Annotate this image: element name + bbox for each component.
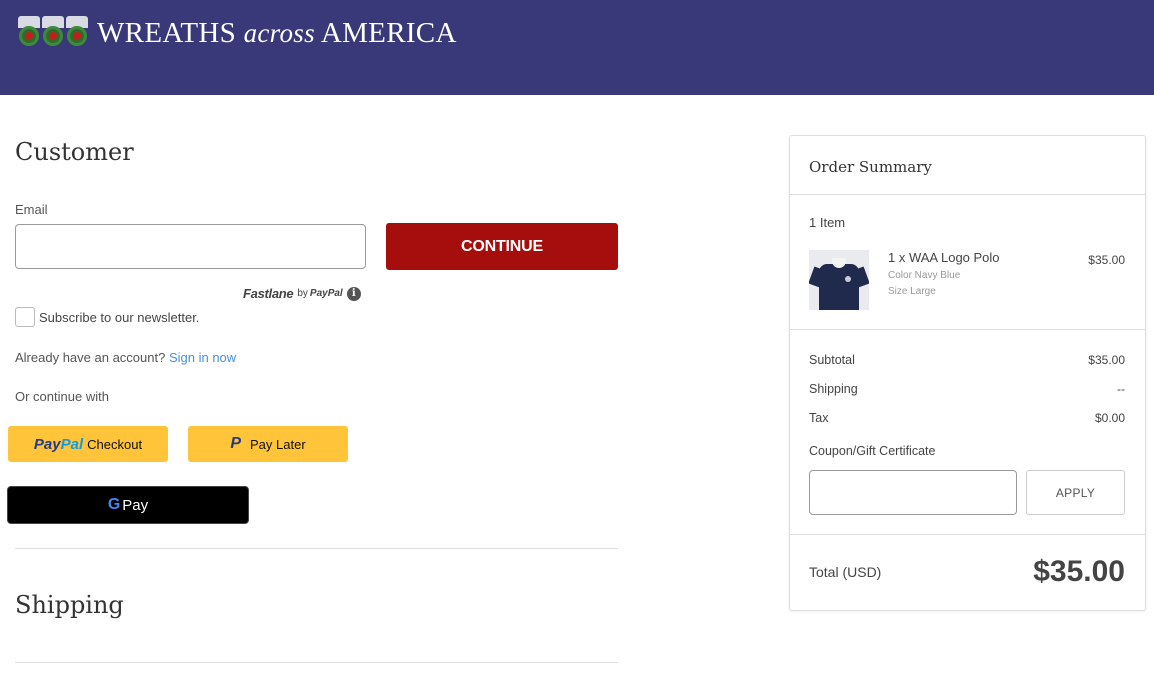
fastlane-brand: Fastlane <box>243 286 294 301</box>
section-divider <box>15 548 618 549</box>
product-color: Color Navy Blue <box>888 270 961 281</box>
email-label: Email <box>15 202 48 217</box>
item-count: 1 Item <box>809 215 846 230</box>
coupon-label: Coupon/Gift Certificate <box>809 444 936 458</box>
subtotal-label: Subtotal <box>809 353 855 367</box>
or-continue-text: Or continue with <box>15 389 109 404</box>
product-size: Size Large <box>888 286 936 297</box>
section-divider <box>15 662 618 663</box>
order-summary-title: Order Summary <box>809 158 932 176</box>
product-image <box>809 250 869 310</box>
info-icon[interactable]: i <box>346 286 361 301</box>
newsletter-checkbox[interactable] <box>15 307 35 327</box>
order-summary: Order Summary 1 Item 1 x WAA Logo Polo C… <box>789 135 1146 611</box>
wreath-icon <box>42 16 64 50</box>
newsletter-label[interactable]: Subscribe to our newsletter. <box>39 310 199 325</box>
site-logo[interactable]: WREATHS across AMERICA <box>18 16 457 50</box>
wreath-logo-icon <box>18 16 88 50</box>
account-prompt: Already have an account? Sign in now <box>15 350 236 365</box>
subtotal-value: $35.00 <box>1088 353 1125 367</box>
product-price: $35.00 <box>1088 253 1125 267</box>
summary-divider <box>790 534 1145 535</box>
shipping-value: -- <box>1117 382 1125 396</box>
total-label: Total (USD) <box>809 564 882 580</box>
email-input[interactable] <box>15 224 366 269</box>
logo-suffix: AMERICA <box>314 16 457 49</box>
tax-value: $0.00 <box>1094 411 1125 425</box>
paypal-icon: P <box>230 435 241 452</box>
wreath-icon <box>18 16 40 50</box>
wreath-icon <box>66 16 88 50</box>
continue-button[interactable]: CONTINUE <box>386 223 618 270</box>
fastlane-by: by <box>297 288 308 299</box>
summary-divider <box>790 329 1145 330</box>
paypal-checkout-label: Checkout <box>87 436 143 452</box>
google-icon: G <box>107 496 121 513</box>
shipping-label: Shipping <box>809 382 858 396</box>
customer-heading: Customer <box>15 138 134 166</box>
newsletter-option[interactable]: Subscribe to our newsletter. <box>15 307 199 327</box>
google-pay-label: Pay <box>122 496 149 514</box>
fastlane-by-paypal: Fastlane by PayPal i <box>243 286 361 301</box>
logo-prefix: WREATHS <box>97 16 244 49</box>
fastlane-paypal: PayPal <box>309 288 343 299</box>
pay-later-label: Pay Later <box>250 436 306 452</box>
apply-coupon-button[interactable]: APPLY <box>1026 470 1125 515</box>
shipping-heading[interactable]: Shipping <box>15 591 124 619</box>
paypal-wordmark: PayPal <box>33 435 84 453</box>
total-value: $35.00 <box>1033 555 1125 588</box>
product-name: 1 x WAA Logo Polo <box>888 250 1000 265</box>
account-prompt-text: Already have an account? <box>15 350 166 365</box>
paypal-pay-later-button[interactable]: P Pay Later <box>188 426 348 462</box>
google-pay-button[interactable]: G Pay <box>7 486 249 524</box>
paypal-checkout-button[interactable]: PayPal Checkout <box>8 426 168 462</box>
site-header: WREATHS across AMERICA <box>0 0 1154 95</box>
sign-in-link[interactable]: Sign in now <box>169 350 236 365</box>
summary-divider <box>790 194 1145 195</box>
coupon-input[interactable] <box>809 470 1017 515</box>
logo-text: WREATHS across AMERICA <box>97 17 457 50</box>
logo-italic: across <box>243 17 315 48</box>
tax-label: Tax <box>809 411 829 425</box>
